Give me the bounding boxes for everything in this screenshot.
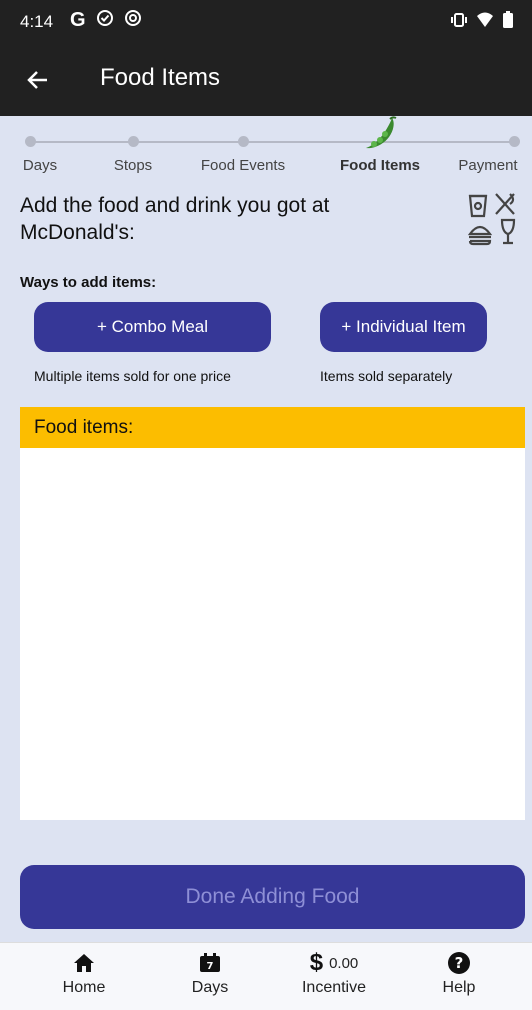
progress-stepper: Days Stops Food Events Food Items Paymen… (0, 116, 532, 186)
add-combo-meal-button[interactable]: + Combo Meal (34, 302, 271, 352)
calendar-number: 7 (207, 961, 214, 972)
food-and-drink-icon (467, 193, 516, 246)
step-label-days: Days (22, 157, 58, 174)
incentive-amount: 0.00 (329, 954, 359, 972)
step-dot (24, 136, 36, 147)
step-dot (127, 136, 139, 147)
page-title: Food Items (100, 64, 221, 91)
status-time: 4:14 (20, 12, 54, 31)
nav-incentive-label: Incentive (301, 979, 367, 996)
wifi-icon (476, 12, 494, 33)
step-dot (237, 136, 249, 147)
food-items-list[interactable] (20, 448, 525, 820)
bottom-navigation: Home 7 Days $ 0.00 Incentive ? Help (0, 942, 532, 1010)
home-icon (74, 954, 94, 972)
combo-meal-hint: Multiple items sold for one price (34, 368, 231, 384)
status-bar: 4:14 G (0, 0, 532, 42)
status-notification-icons: G (70, 9, 142, 32)
help-icon: ? (448, 952, 470, 974)
nav-help-label: Help (442, 979, 476, 996)
add-individual-item-button[interactable]: + Individual Item (320, 302, 487, 352)
nav-home[interactable]: Home (34, 949, 134, 1007)
calendar-icon: 7 (200, 953, 220, 972)
battery-icon (502, 11, 514, 34)
circle-at-icon (124, 9, 142, 32)
food-items-header: Food items: (20, 407, 525, 448)
app-bar: Food Items (0, 42, 532, 116)
step-label-payment: Payment (458, 157, 518, 174)
vibrate-icon (450, 12, 468, 33)
step-label-stops: Stops (113, 157, 153, 174)
food-items-panel: Food items: (20, 407, 525, 820)
done-adding-food-button[interactable]: Done Adding Food (20, 865, 525, 929)
ways-to-add-label: Ways to add items: (20, 274, 157, 291)
google-g-icon: G (70, 9, 86, 31)
pea-pod-icon (366, 116, 397, 149)
nav-days-label: Days (191, 979, 229, 996)
location-check-icon (96, 9, 114, 32)
step-dot (508, 136, 520, 147)
back-button[interactable] (20, 62, 56, 98)
step-label-food-events: Food Events (200, 157, 286, 174)
stepper-line (30, 141, 514, 143)
step-label-food-items: Food Items (339, 157, 421, 174)
nav-home-label: Home (62, 979, 106, 996)
back-arrow-icon (27, 71, 47, 89)
individual-item-hint: Items sold separately (320, 368, 453, 384)
nav-days[interactable]: 7 Days (160, 949, 260, 1007)
dollar-icon: $ (309, 949, 324, 976)
nav-incentive[interactable]: $ 0.00 Incentive (284, 949, 384, 1007)
nav-help[interactable]: ? Help (409, 949, 509, 1007)
svg-text:?: ? (455, 954, 464, 972)
food-prompt: Add the food and drink you got at McDona… (20, 194, 330, 244)
status-system-icons (450, 11, 514, 34)
